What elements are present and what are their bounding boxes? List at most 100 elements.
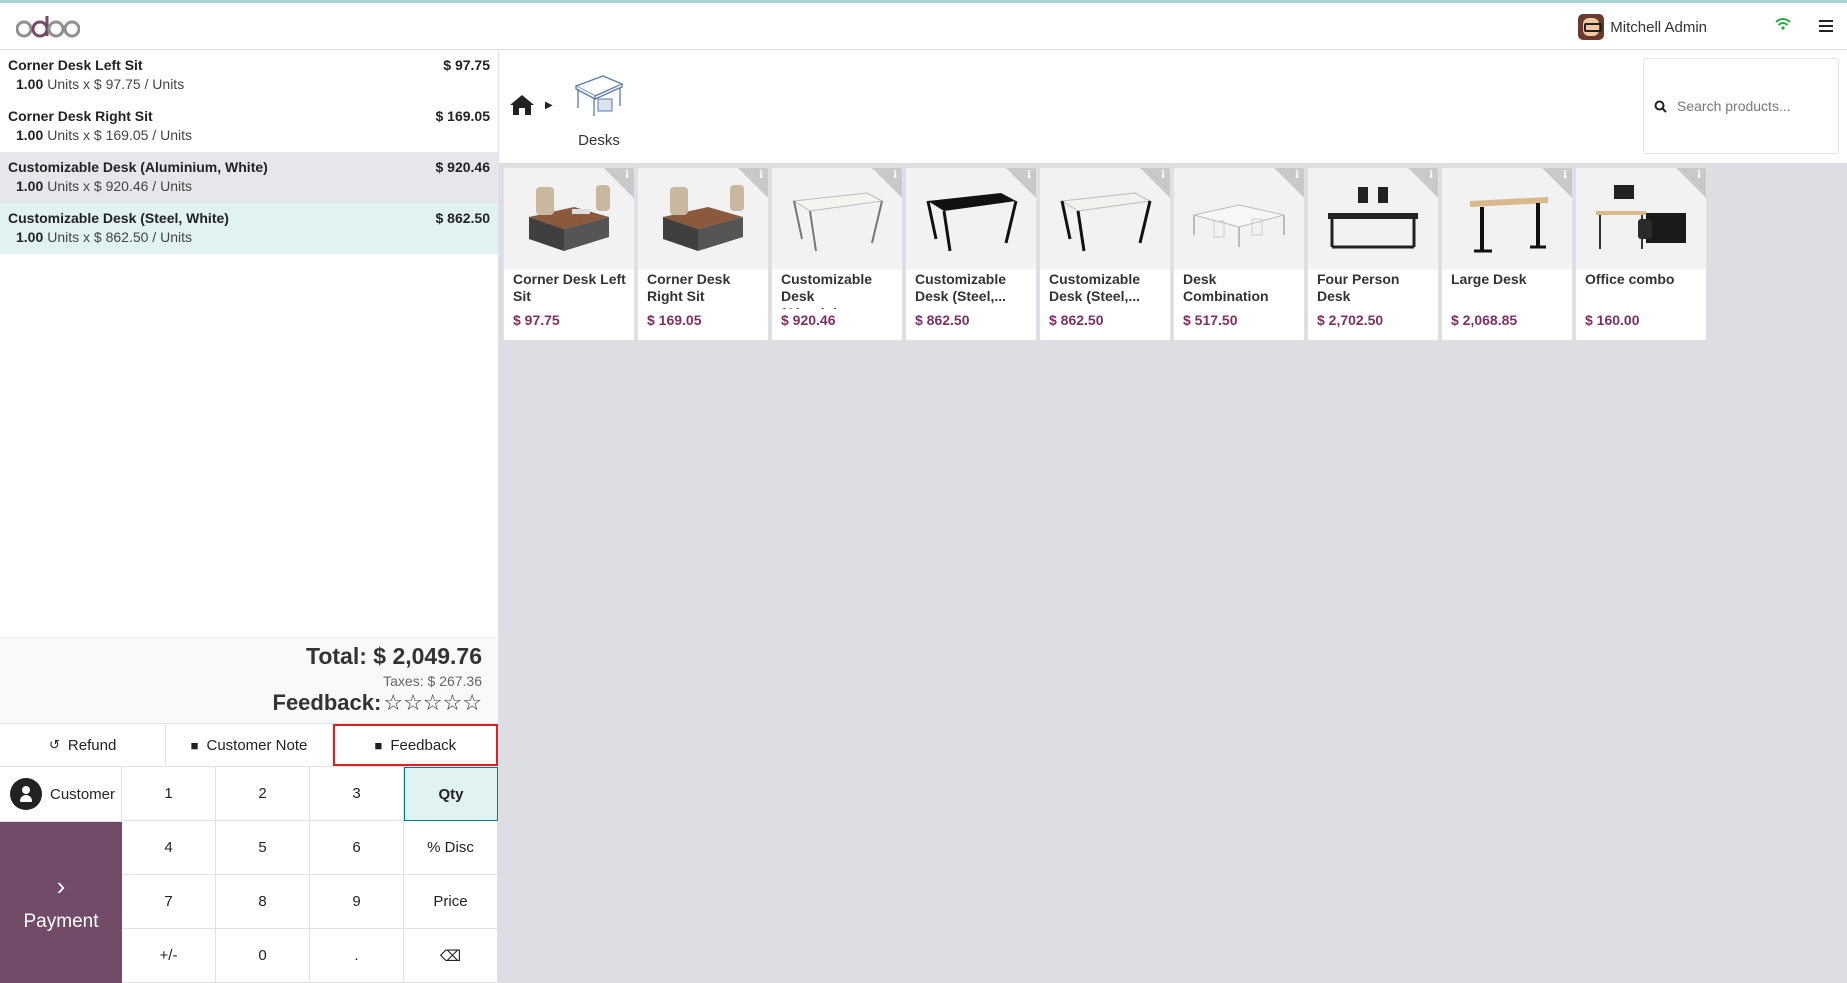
menu-icon[interactable] [1819,20,1833,32]
order-taxes: Taxes: $ 267.36 [383,673,482,689]
product-card[interactable]: i Corner Desk Left Sit $ 97.75 [503,167,635,341]
product-card[interactable]: i Customizable Desk (Steel,... $ 862.50 [1039,167,1171,341]
numpad-key-9[interactable]: 9 [310,875,404,929]
info-icon[interactable]: i [1006,168,1036,198]
info-icon[interactable]: i [1542,168,1572,198]
category-label: Desks [578,132,620,149]
product-card[interactable]: i Desk Combination $ 517.50 [1173,167,1305,341]
star-icon[interactable]: ☆ [423,692,443,714]
numpad-key-3[interactable]: 3 [310,767,404,821]
line-detail: 1.00 Units x $ 97.75 / Units [8,76,490,92]
wifi-icon [1775,17,1791,35]
info-icon[interactable]: i [1676,168,1706,198]
numpad-key-decimal[interactable]: . [310,929,404,983]
product-price: $ 517.50 [1183,312,1238,328]
customer-label: Customer [50,785,116,803]
odoo-logo[interactable] [16,12,80,42]
user-menu[interactable]: Mitchell Admin [1578,14,1707,40]
info-icon[interactable]: i [1274,168,1304,198]
product-name: Customizable Desk (Aluminiu... [781,271,873,309]
star-icon[interactable]: ☆ [383,692,403,714]
line-qty: 1.00 [16,178,44,194]
star-rating[interactable]: ☆ ☆ ☆ ☆ ☆ [383,692,482,714]
control-buttons: ↺ Refund ■ Customer Note ■ Feedback [0,723,498,767]
product-price: $ 920.46 [781,312,836,328]
line-price: $ 169.05 [435,108,491,124]
breadcrumb-caret-icon: ▶ [545,100,553,111]
avatar [1578,14,1605,40]
line-product-name: Customizable Desk (Aluminium, White) [8,159,268,175]
product-card[interactable]: i Large Desk $ 2,068.85 [1441,167,1573,341]
product-price: $ 160.00 [1585,312,1640,328]
product-name: Four Person Desk [1317,271,1400,304]
product-card[interactable]: i Four Person Desk $ 2,702.50 [1307,167,1439,341]
user-icon [10,778,42,810]
line-price: $ 97.75 [443,57,490,73]
product-name: Corner Desk Right Sit [647,271,731,304]
feedback-button[interactable]: ■ Feedback [332,724,498,766]
undo-icon: ↺ [49,737,60,752]
refund-label: Refund [67,736,117,754]
info-icon[interactable]: i [872,168,902,198]
info-icon[interactable]: i [604,168,634,198]
payment-label: Payment [23,910,99,932]
note-icon: ■ [374,737,383,753]
note-icon: ■ [190,737,199,753]
payment-button[interactable]: › Payment [0,822,122,983]
feedback-rating: Feedback: ☆ ☆ ☆ ☆ ☆ [273,690,483,716]
product-card[interactable]: i Office combo $ 160.00 [1575,167,1707,341]
feedback-label: Feedback: [272,690,382,715]
order-line-selected[interactable]: Customizable Desk (Steel, White) $ 862.5… [0,203,498,254]
order-lines: Corner Desk Left Sit $ 97.75 1.00 Units x… [0,50,498,637]
numpad-key-0[interactable]: 0 [216,929,310,983]
category-desks[interactable]: Desks [571,72,627,149]
search-input[interactable] [1677,98,1827,114]
order-panel: Corner Desk Left Sit $ 97.75 1.00 Units x… [0,50,499,983]
customer-button[interactable]: Customer [0,767,122,822]
mode-qty-button[interactable]: Qty [404,767,498,821]
order-line[interactable]: Corner Desk Left Sit $ 97.75 1.00 Units x… [0,50,498,101]
info-icon[interactable]: i [1408,168,1438,198]
top-bar: Mitchell Admin [0,0,1847,50]
info-icon[interactable]: i [1140,168,1170,198]
numpad-key-8[interactable]: 8 [216,875,310,929]
star-icon[interactable]: ☆ [403,692,423,714]
star-icon[interactable]: ☆ [443,692,463,714]
line-detail: 1.00 Units x $ 862.50 / Units [8,229,490,245]
numpad-key-7[interactable]: 7 [122,875,216,929]
line-unit-info: Units x $ 169.05 / Units [47,127,192,143]
product-name: Corner Desk Left Sit [513,271,626,304]
order-line[interactable]: Customizable Desk (Aluminium, White) $ 9… [0,152,498,203]
numpad-key-1[interactable]: 1 [122,767,216,821]
numpad-key-4[interactable]: 4 [122,821,216,875]
star-icon[interactable]: ☆ [462,692,482,714]
product-price: $ 862.50 [915,312,970,328]
backspace-key[interactable]: ⌫ [404,929,498,983]
customer-note-button[interactable]: ■ Customer Note [166,724,333,766]
mode-discount-button[interactable]: % Disc [404,821,498,875]
line-qty: 1.00 [16,229,44,245]
product-catalog: ▶ Desks Search products... i Corner Desk… [499,50,1847,983]
order-line[interactable]: Corner Desk Right Sit $ 169.05 1.00 Units… [0,101,498,152]
product-card[interactable]: i Customizable Desk (Aluminiu... $ 920.4… [771,167,903,341]
info-icon[interactable]: i [738,168,768,198]
product-card[interactable]: i Corner Desk Right Sit $ 169.05 [637,167,769,341]
mode-price-button[interactable]: Price [404,875,498,929]
line-product-name: Corner Desk Right Sit [8,108,153,124]
line-detail: 1.00 Units x $ 920.46 / Units [8,178,490,194]
line-unit-info: Units x $ 97.75 / Units [47,76,185,92]
numpad-key-2[interactable]: 2 [216,767,310,821]
product-price: $ 2,068.85 [1451,312,1518,328]
home-icon[interactable] [509,94,535,120]
numpad-key-5[interactable]: 5 [216,821,310,875]
numpad-key-6[interactable]: 6 [310,821,404,875]
feedback-button-label: Feedback [390,736,457,754]
chevron-right-icon: › [56,870,66,901]
refund-button[interactable]: ↺ Refund [0,724,167,766]
product-card[interactable]: i Customizable Desk (Steel,... $ 862.50 [905,167,1037,341]
action-pad: Customer › Payment 1 2 3 Qty 4 5 6 % Dis… [0,767,498,983]
numpad-key-plus-minus[interactable]: +/- [122,929,216,983]
desk-category-icon [574,75,624,116]
customer-note-label: Customer Note [206,736,308,754]
search-box[interactable] [1643,58,1839,154]
